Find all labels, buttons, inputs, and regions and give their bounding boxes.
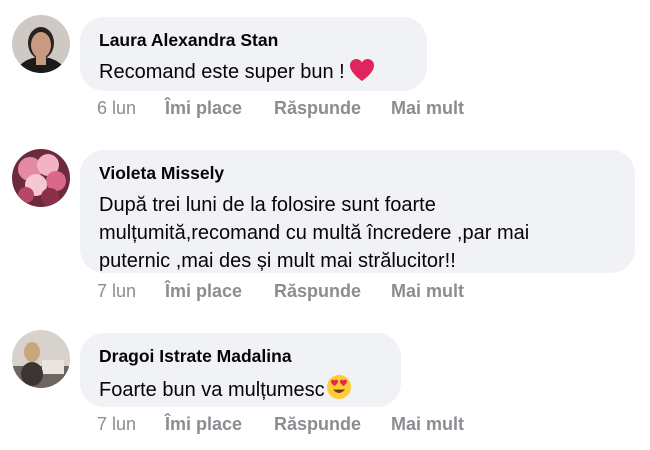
like-button[interactable]: Îmi place — [165, 413, 242, 435]
comment-text-line: mulțumită,recomand cu multă încredere ,p… — [99, 222, 530, 244]
comment-bubble: Laura Alexandra Stan Recomand este super… — [80, 17, 427, 91]
reply-button[interactable]: Răspunde — [274, 280, 361, 302]
reply-button[interactable]: Răspunde — [274, 97, 361, 119]
comment-author[interactable]: Violeta Missely — [99, 162, 616, 184]
red-heart-emoji — [349, 58, 375, 90]
more-button[interactable]: Mai mult — [391, 280, 464, 302]
heart-eyes-emoji — [326, 374, 352, 408]
avatar[interactable] — [12, 15, 70, 73]
like-button[interactable]: Îmi place — [165, 280, 242, 302]
comment-text: Foarte bun va mulțumesc — [99, 374, 382, 408]
comment-text: Recomand este super bun ! — [99, 58, 408, 90]
comment-author[interactable]: Dragoi Istrate Madalina — [99, 345, 382, 367]
comment-text-line: Recomand este super bun ! — [99, 61, 345, 83]
comment-timestamp[interactable]: 7 lun — [97, 280, 136, 302]
comment-timestamp[interactable]: 7 lun — [97, 413, 136, 435]
avatar[interactable] — [12, 149, 70, 207]
comment-text-line: puternic ,mai des și mult mai strălucito… — [99, 250, 456, 272]
comment-text: După trei luni de la folosire sunt foart… — [99, 191, 616, 275]
comment-author[interactable]: Laura Alexandra Stan — [99, 29, 408, 51]
like-button[interactable]: Îmi place — [165, 97, 242, 119]
more-button[interactable]: Mai mult — [391, 413, 464, 435]
comment-bubble: Dragoi Istrate Madalina Foarte bun va mu… — [80, 333, 401, 407]
reply-button[interactable]: Răspunde — [274, 413, 361, 435]
comment-text-line: După trei luni de la folosire sunt foart… — [99, 194, 436, 216]
comment-bubble: Violeta Missely După trei luni de la fol… — [80, 150, 635, 273]
more-button[interactable]: Mai mult — [391, 97, 464, 119]
comment-text-line: Foarte bun va mulțumesc — [99, 379, 325, 401]
avatar[interactable] — [12, 330, 70, 388]
comment-timestamp[interactable]: 6 lun — [97, 97, 136, 119]
